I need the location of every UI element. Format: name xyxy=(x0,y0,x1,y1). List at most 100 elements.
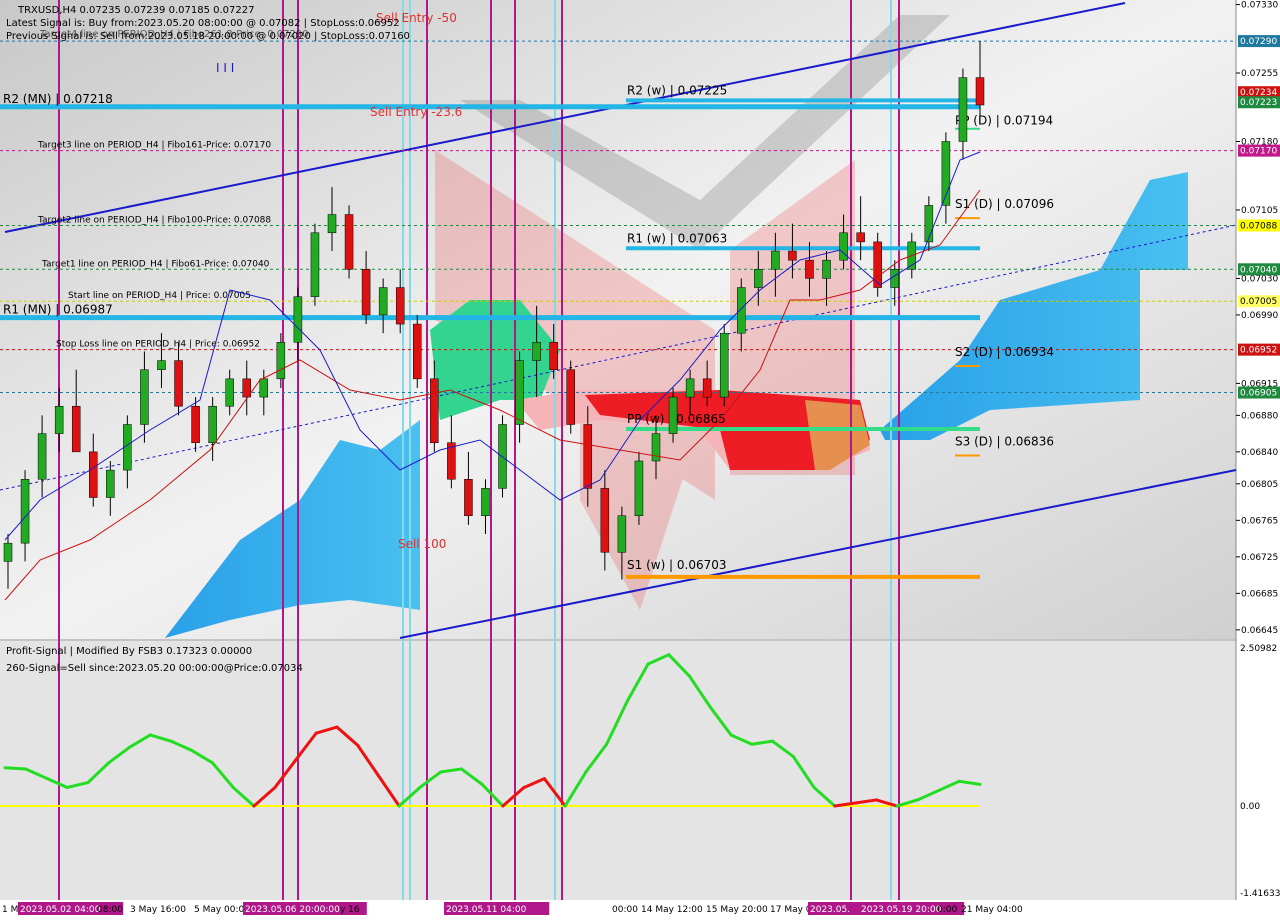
time-label: 08:00 xyxy=(97,905,123,915)
time-label: 2023.05.06 20:00:00 xyxy=(245,905,340,915)
bear-candle xyxy=(191,405,200,443)
pivot-level-label: S3 (D) | 0.06836 xyxy=(955,435,1054,449)
indicator-axis-top: 2.50982 xyxy=(1240,644,1277,654)
bear-candle xyxy=(975,77,985,106)
price-highlight-label: 0.07005 xyxy=(1240,297,1277,307)
bull-candle xyxy=(225,378,234,407)
pivot-level-label: R1 (w) | 0.07063 xyxy=(627,231,727,245)
price-tick-label: 0.07330 xyxy=(1241,1,1278,11)
sell-100-label: Sell 100 xyxy=(398,537,446,551)
time-label: 14 May 12:00 xyxy=(641,905,703,915)
bear-candle xyxy=(361,269,371,316)
pivot-level-label: R2 (w) | 0.07225 xyxy=(627,83,727,97)
chart-canvas: Target3 line on PERIOD_H4 | Fibo161-Pric… xyxy=(0,0,1280,920)
bull-candle xyxy=(293,296,303,343)
price-tick-label: 0.07030 xyxy=(1241,274,1278,284)
price-tick-label: 0.06880 xyxy=(1241,411,1278,421)
price-tick-label: 0.07105 xyxy=(1241,206,1278,216)
bull-candle xyxy=(37,433,47,480)
bull-candle xyxy=(668,396,678,434)
price-highlight-label: 0.06905 xyxy=(1240,389,1277,399)
bear-candle xyxy=(413,323,422,380)
time-label: 3 May 16:00 xyxy=(130,905,186,915)
bear-candle xyxy=(788,250,797,261)
price-tick-label: 0.06645 xyxy=(1241,626,1278,636)
bull-candle xyxy=(685,378,695,398)
bull-candle xyxy=(634,460,644,517)
target4-text: Target4 line on PERIOD_H4 | Fibo261.8-Pr… xyxy=(39,29,309,40)
bull-candle xyxy=(208,405,217,443)
price-tick-label: 0.06805 xyxy=(1241,480,1278,490)
target-line-label: Start line on PERIOD_H4 | Price: 0.07005 xyxy=(68,291,251,301)
bull-candle xyxy=(737,287,746,334)
time-label: y 16 xyxy=(340,905,360,915)
bear-candle xyxy=(464,479,473,517)
bull-candle xyxy=(276,342,286,380)
bars-marker: I I I xyxy=(216,61,234,75)
bull-candle xyxy=(310,232,320,297)
bear-candle xyxy=(600,488,610,553)
bear-candle xyxy=(344,214,354,270)
time-label: 2023.05.11 04:00 xyxy=(446,905,527,915)
bear-candle xyxy=(71,405,81,453)
price-tick-label: 0.06765 xyxy=(1241,516,1278,526)
price-highlight-label: 0.07290 xyxy=(1240,37,1277,47)
time-label: 21 May 04:00 xyxy=(961,905,1023,915)
time-label: 5 May 00:00 xyxy=(194,905,250,915)
bear-candle xyxy=(805,259,814,279)
bull-candle xyxy=(3,542,13,562)
indicator-title: Profit-Signal | Modified By FSB3 0.17323… xyxy=(6,646,252,657)
pivot-level-label: S1 (w) | 0.06703 xyxy=(627,558,727,572)
bull-candle xyxy=(754,269,763,288)
time-label: 17 May 0 xyxy=(770,905,812,915)
indicator-axis-zero: 0.00 xyxy=(1240,802,1260,812)
target-line-label: Stop Loss line on PERIOD_H4 | Price: 0.0… xyxy=(56,340,260,350)
indicator-pane-bg xyxy=(0,641,1236,900)
target-line-label: Target3 line on PERIOD_H4 | Fibo161-Pric… xyxy=(37,141,271,151)
bear-candle xyxy=(566,369,575,425)
price-highlight-label: 0.07223 xyxy=(1240,98,1277,108)
price-highlight-label: 0.07170 xyxy=(1240,147,1277,157)
price-highlight-label: 0.06952 xyxy=(1240,346,1277,356)
time-label: 15 May 20:00 xyxy=(706,905,768,915)
bear-candle xyxy=(430,378,439,443)
target-line-label: Target2 line on PERIOD_H4 | Fibo100-Pric… xyxy=(37,215,271,225)
bear-candle xyxy=(583,424,593,489)
time-label: 00:00 xyxy=(612,905,638,915)
sell-entry-23-label: Sell Entry -23.6 xyxy=(370,105,462,119)
bull-candle xyxy=(890,269,899,288)
pivot-level-label: R2 (MN) | 0.07218 xyxy=(3,92,113,106)
time-label: 2023.05.02 04:00 xyxy=(20,905,101,915)
latest-signal-text: Latest Signal is: Buy from:2023.05.20 08… xyxy=(6,18,400,29)
bull-candle xyxy=(617,515,627,553)
price-highlight-label: 0.07040 xyxy=(1240,265,1277,275)
bull-candle xyxy=(719,332,729,398)
signal-segment xyxy=(3,766,28,771)
bull-candle xyxy=(106,469,115,498)
bull-candle xyxy=(481,488,490,517)
target-line-label: Target1 line on PERIOD_H4 | Fibo61-Price… xyxy=(41,259,270,269)
time-label: 2023.05.19 20:00 xyxy=(861,905,942,915)
pivot-level-label: S2 (D) | 0.06934 xyxy=(955,345,1054,359)
bull-candle xyxy=(54,405,64,434)
bear-candle xyxy=(89,451,98,498)
bull-candle xyxy=(515,360,524,425)
bull-candle xyxy=(771,250,780,270)
time-label: 0:00 xyxy=(937,905,957,915)
price-tick-label: 0.06725 xyxy=(1241,553,1278,563)
price-tick-label: 0.07255 xyxy=(1241,69,1278,79)
bear-candle xyxy=(856,232,865,243)
price-tick-label: 0.06990 xyxy=(1241,311,1278,321)
bear-candle xyxy=(549,342,558,370)
bull-candle xyxy=(924,205,934,243)
indicator-signal-text: 260-Signal=Sell since:2023.05.20 00:00:0… xyxy=(6,663,303,674)
price-tick-label: 0.06840 xyxy=(1241,448,1278,458)
indicator-axis-bottom: -1.41633 xyxy=(1240,889,1280,899)
pivot-level-label: R1 (MN) | 0.06987 xyxy=(3,303,113,317)
bear-candle xyxy=(702,378,712,398)
bull-candle xyxy=(327,214,337,234)
price-tick-label: 0.06685 xyxy=(1241,589,1278,599)
pivot-level-label: PP (D) | 0.07194 xyxy=(955,114,1053,128)
bull-candle xyxy=(140,369,149,425)
price-highlight-label: 0.07088 xyxy=(1240,221,1277,231)
